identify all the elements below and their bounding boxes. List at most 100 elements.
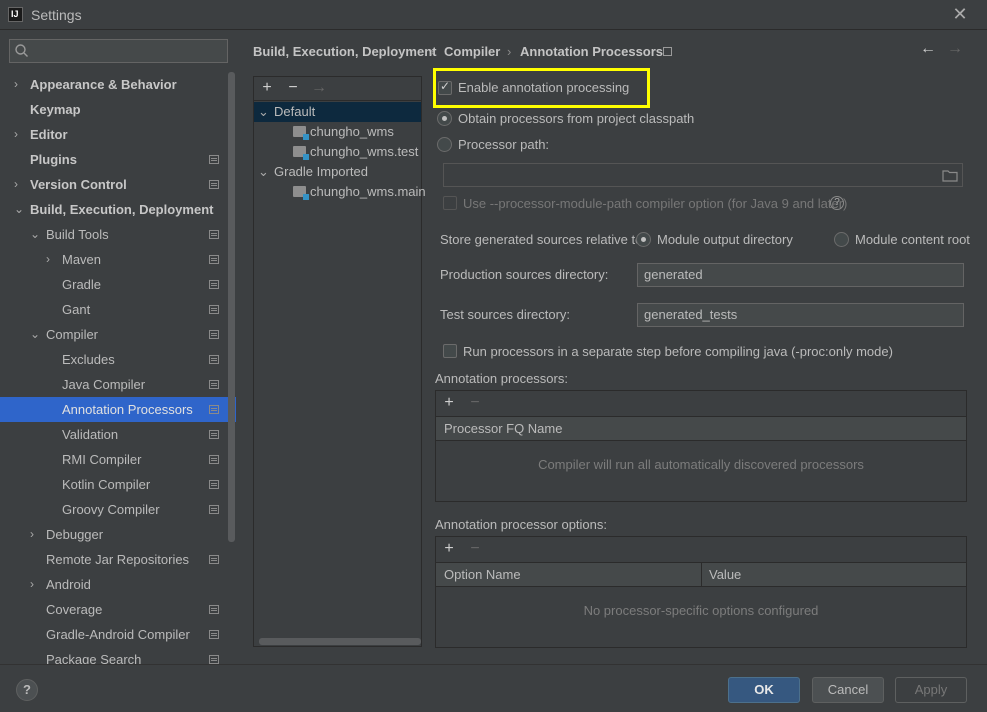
module-output-directory-label: Module output directory bbox=[657, 232, 793, 247]
sidebar-item-appearance-behavior[interactable]: › Appearance & Behavior bbox=[0, 72, 229, 97]
chevron-down-icon[interactable]: ⌄ bbox=[258, 102, 269, 122]
help-button[interactable]: ? bbox=[16, 679, 38, 701]
chevron-right-icon[interactable]: › bbox=[30, 522, 40, 547]
use-module-path-label: Use --processor-module-path compiler opt… bbox=[463, 196, 848, 211]
breadcrumb-separator: › bbox=[430, 44, 435, 59]
move-module-button[interactable]: → bbox=[310, 79, 328, 97]
module-item-chungho-wms[interactable]: chungho_wms bbox=[254, 122, 421, 142]
sidebar-item-annotation-processors[interactable]: Annotation Processors bbox=[0, 397, 236, 422]
sidebar-item-label: Build Tools bbox=[46, 227, 109, 242]
sidebar-item-android[interactable]: › Android bbox=[0, 572, 229, 597]
sidebar-item-editor[interactable]: › Editor bbox=[0, 122, 229, 147]
chevron-right-icon[interactable]: › bbox=[14, 122, 24, 147]
add-processor-button[interactable]: + bbox=[440, 394, 458, 412]
chevron-right-icon[interactable]: › bbox=[14, 72, 24, 97]
sidebar-item-label: Gant bbox=[62, 302, 91, 317]
processor-path-label: Processor path: bbox=[458, 137, 550, 152]
test-sources-dir-input[interactable]: generated_tests bbox=[637, 303, 964, 327]
module-item-label: chungho_wms.main bbox=[310, 184, 426, 199]
column-header-option-name[interactable]: Option Name bbox=[444, 563, 521, 587]
sidebar-item-kotlin-compiler[interactable]: Kotlin Compiler bbox=[0, 472, 229, 497]
sidebar-item-compiler[interactable]: ⌄ Compiler bbox=[0, 322, 229, 347]
use-module-path-checkbox[interactable] bbox=[443, 196, 457, 210]
back-arrow-icon[interactable]: ← bbox=[920, 40, 940, 60]
module-item-default[interactable]: ⌄ Default bbox=[254, 102, 421, 122]
run-separate-step-label: Run processors in a separate step before… bbox=[463, 344, 893, 359]
search-input[interactable] bbox=[9, 39, 228, 63]
project-level-icon bbox=[209, 330, 219, 339]
project-level-icon bbox=[209, 505, 219, 514]
run-separate-step-checkbox[interactable] bbox=[443, 344, 457, 358]
obtain-from-classpath-radio[interactable] bbox=[437, 111, 452, 126]
browse-folder-icon[interactable] bbox=[942, 169, 958, 182]
module-content-root-label: Module content root bbox=[855, 232, 970, 247]
project-level-icon bbox=[209, 305, 219, 314]
module-content-root-radio[interactable] bbox=[834, 232, 849, 247]
production-sources-dir-input[interactable]: generated bbox=[637, 263, 964, 287]
chevron-right-icon[interactable]: › bbox=[14, 172, 24, 197]
remove-option-button[interactable]: − bbox=[466, 540, 484, 558]
chevron-right-icon[interactable]: › bbox=[46, 247, 56, 272]
breadcrumb-build-execution-deployment[interactable]: Build, Execution, Deployment bbox=[253, 44, 436, 59]
sidebar-scrollbar[interactable] bbox=[228, 72, 235, 542]
remove-processor-button[interactable]: − bbox=[466, 394, 484, 412]
project-level-icon bbox=[209, 405, 219, 414]
sidebar-item-coverage[interactable]: Coverage bbox=[0, 597, 229, 622]
sidebar-item-label: Editor bbox=[30, 127, 68, 142]
chevron-down-icon[interactable]: ⌄ bbox=[258, 162, 269, 182]
column-header-processor-fq-name[interactable]: Processor FQ Name bbox=[444, 417, 562, 441]
sidebar-item-validation[interactable]: Validation bbox=[0, 422, 229, 447]
sidebar-item-debugger[interactable]: › Debugger bbox=[0, 522, 229, 547]
sidebar-item-build-execution-deployment[interactable]: ⌄ Build, Execution, Deployment bbox=[0, 197, 229, 222]
add-option-button[interactable]: + bbox=[440, 540, 458, 558]
sidebar-item-groovy-compiler[interactable]: Groovy Compiler bbox=[0, 497, 229, 522]
sidebar-item-gant[interactable]: Gant bbox=[0, 297, 229, 322]
module-item-gradle-imported[interactable]: ⌄ Gradle Imported bbox=[254, 162, 421, 182]
sidebar-item-label: Kotlin Compiler bbox=[62, 477, 151, 492]
sidebar-item-java-compiler[interactable]: Java Compiler bbox=[0, 372, 229, 397]
chevron-down-icon[interactable]: ⌄ bbox=[30, 322, 40, 347]
close-icon[interactable]: ✕ bbox=[950, 3, 970, 25]
sidebar-item-label: Plugins bbox=[30, 152, 77, 167]
sidebar-item-version-control[interactable]: › Version Control bbox=[0, 172, 229, 197]
remove-profile-button[interactable]: − bbox=[284, 79, 302, 97]
production-dir-label: Production sources directory: bbox=[440, 267, 609, 282]
sidebar-item-label: Annotation Processors bbox=[62, 402, 193, 417]
column-divider[interactable] bbox=[701, 563, 702, 587]
project-level-icon bbox=[209, 555, 219, 564]
sidebar-item-gradle[interactable]: Gradle bbox=[0, 272, 229, 297]
sidebar-item-gradle-android-compiler[interactable]: Gradle-Android Compiler bbox=[0, 622, 229, 647]
module-folder-icon bbox=[293, 146, 309, 160]
apply-button[interactable]: Apply bbox=[895, 677, 967, 703]
chevron-down-icon[interactable]: ⌄ bbox=[30, 222, 40, 247]
sidebar-item-rmi-compiler[interactable]: RMI Compiler bbox=[0, 447, 229, 472]
sidebar-item-maven[interactable]: › Maven bbox=[0, 247, 229, 272]
sidebar-item-excludes[interactable]: Excludes bbox=[0, 347, 229, 372]
sidebar-item-remote-jar-repositories[interactable]: Remote Jar Repositories bbox=[0, 547, 229, 572]
forward-arrow-icon[interactable]: → bbox=[947, 40, 967, 60]
module-output-directory-radio[interactable] bbox=[636, 232, 651, 247]
sidebar-item-build-tools[interactable]: ⌄ Build Tools bbox=[0, 222, 229, 247]
ok-button[interactable]: OK bbox=[728, 677, 800, 703]
column-header-value[interactable]: Value bbox=[709, 563, 741, 587]
processor-options-section-label: Annotation processor options: bbox=[435, 517, 607, 532]
project-level-icon bbox=[209, 180, 219, 189]
enable-annotation-processing-checkbox[interactable] bbox=[438, 79, 452, 95]
chevron-right-icon[interactable]: › bbox=[30, 572, 40, 597]
module-item-chungho-wms-main[interactable]: chungho_wms.main bbox=[254, 182, 426, 202]
sidebar-item-keymap[interactable]: Keymap bbox=[0, 97, 229, 122]
module-item-chungho-wms-test[interactable]: chungho_wms.test bbox=[254, 142, 421, 162]
sidebar-item-label: Java Compiler bbox=[62, 377, 146, 392]
sidebar-item-label: Excludes bbox=[62, 352, 115, 367]
cancel-button[interactable]: Cancel bbox=[812, 677, 884, 703]
add-profile-button[interactable]: + bbox=[258, 79, 276, 97]
sidebar-item-plugins[interactable]: Plugins bbox=[0, 147, 229, 172]
breadcrumb-compiler[interactable]: Compiler bbox=[444, 44, 500, 59]
project-level-icon bbox=[209, 280, 219, 289]
help-icon[interactable]: ? bbox=[830, 196, 844, 210]
module-horizontal-scrollbar[interactable] bbox=[259, 638, 421, 645]
chevron-down-icon[interactable]: ⌄ bbox=[14, 197, 24, 222]
processor-path-field[interactable] bbox=[443, 163, 963, 187]
sidebar-item-label: Maven bbox=[62, 252, 102, 267]
processor-path-radio[interactable] bbox=[437, 137, 452, 152]
